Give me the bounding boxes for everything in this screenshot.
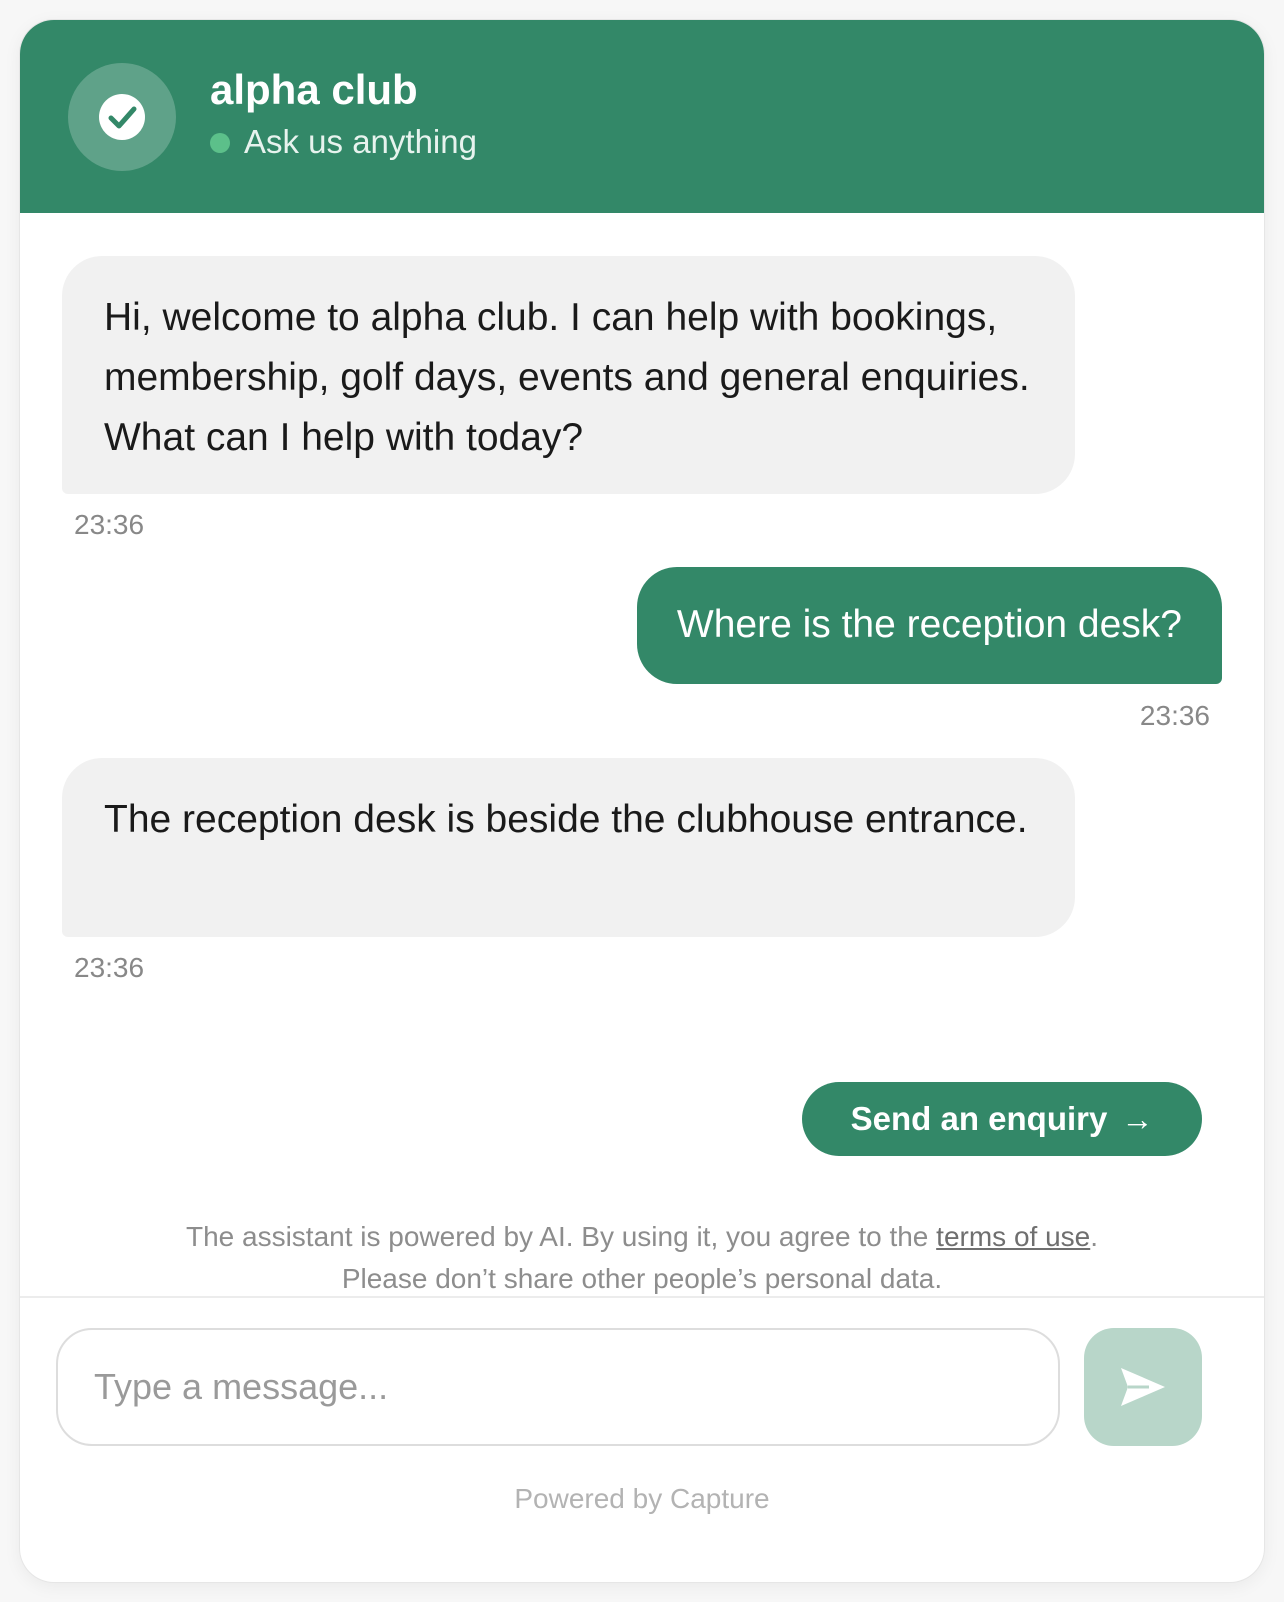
check-icon	[108, 106, 137, 129]
send-icon	[1121, 1368, 1165, 1406]
disclaimer-line-2: Please don’t share other people’s person…	[341, 1263, 943, 1294]
chat-subtitle: Ask us anything	[244, 123, 477, 160]
powered-by-footer: Powered by Capture	[514, 1483, 770, 1514]
composer-divider	[20, 1296, 1264, 1298]
user-message: Where is the reception desk?	[636, 567, 1222, 684]
send-enquiry-label: Send an enquiry	[850, 1100, 1108, 1137]
send-button[interactable]	[1084, 1328, 1202, 1446]
send-enquiry-button[interactable]: Send an enquiry →	[802, 1082, 1202, 1156]
disclaimer-line-1: The assistant is powered by AI. By using…	[20, 1216, 1264, 1258]
disclaimer-period: .	[1090, 1221, 1099, 1252]
ai-disclaimer: The assistant is powered by AI. By using…	[20, 1216, 1264, 1300]
online-status-dot	[210, 133, 230, 153]
bot-message: The reception desk is beside the clubhou…	[62, 758, 1075, 937]
arrow-right-icon: →	[1121, 1101, 1154, 1137]
avatar	[68, 63, 176, 171]
chat-title: alpha club	[210, 66, 418, 113]
bot-message: Hi, welcome to alpha club. I can help wi…	[62, 256, 1075, 494]
chat-widget: alpha club Ask us anything Hi, welcome t…	[20, 20, 1264, 1582]
message-timestamp: 23:36	[74, 509, 145, 540]
message-timestamp: 23:36	[1139, 700, 1210, 731]
terms-of-use-link[interactable]: terms of use	[936, 1221, 1090, 1252]
message-timestamp: 23:36	[74, 952, 145, 983]
avatar-badge	[99, 94, 145, 140]
disclaimer-text: The assistant is powered by AI. By using…	[185, 1221, 937, 1252]
chat-header: alpha club Ask us anything	[20, 20, 1264, 213]
message-input[interactable]	[56, 1328, 1060, 1446]
